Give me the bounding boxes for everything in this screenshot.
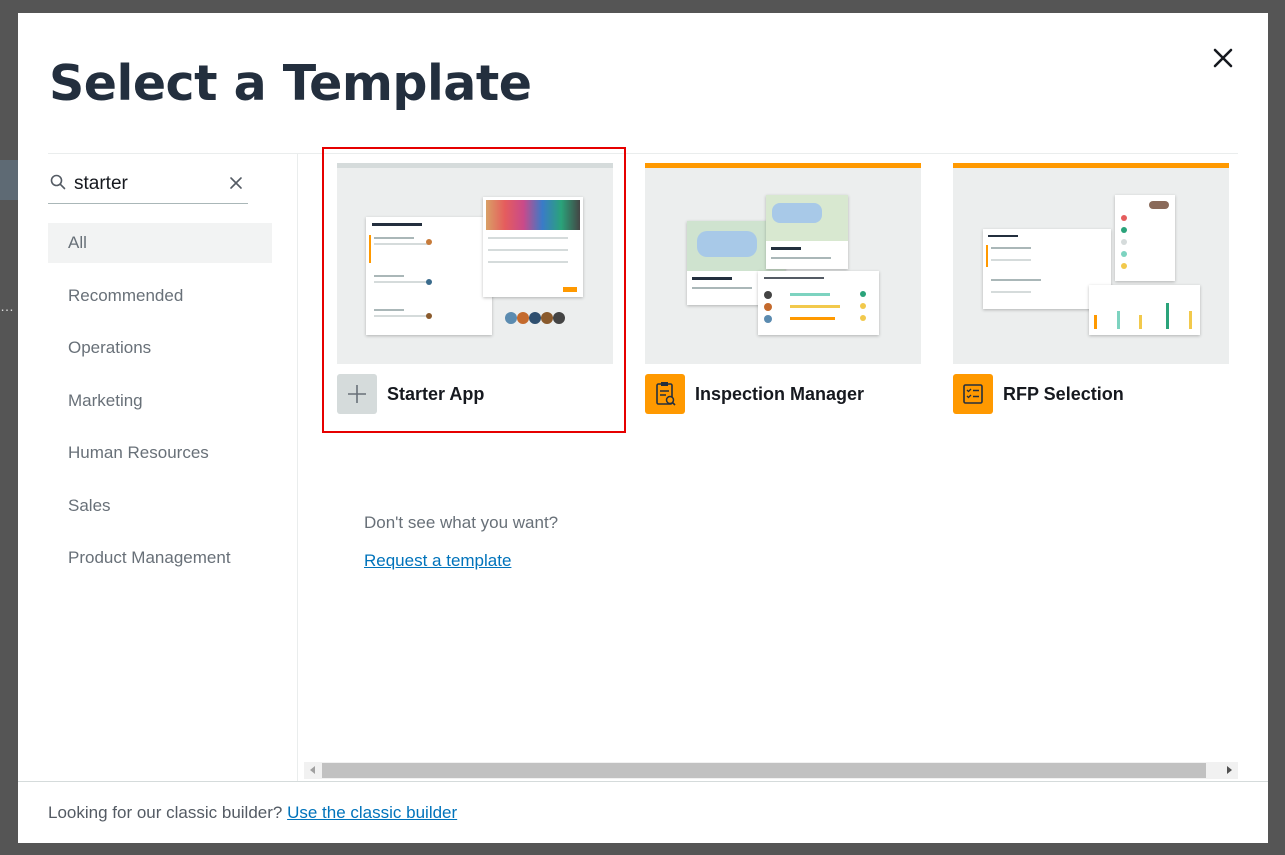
close-button[interactable] — [1208, 43, 1238, 73]
template-name: Inspection Manager — [695, 383, 865, 404]
sidebar-divider — [297, 154, 298, 781]
header-divider — [48, 153, 1238, 154]
classic-builder-link[interactable]: Use the classic builder — [287, 803, 457, 822]
clipboard-search-icon — [645, 374, 685, 414]
request-template-link[interactable]: Request a template — [364, 551, 511, 571]
close-icon — [1213, 48, 1233, 68]
template-card-inspection-manager[interactable]: Inspection Manager — [645, 163, 921, 414]
template-card-rfp-selection[interactable]: RFP Selection — [953, 163, 1229, 414]
category-product-management[interactable]: Product Management — [48, 538, 272, 578]
template-preview-image — [645, 163, 921, 364]
footer-text: Looking for our classic builder? Use the… — [48, 803, 457, 823]
template-name: RFP Selection — [1003, 383, 1124, 404]
card-accent-bar — [645, 163, 921, 168]
footer-message: Looking for our classic builder? — [48, 803, 283, 822]
scrollbar-thumb[interactable] — [322, 763, 1206, 778]
search-field — [48, 170, 248, 204]
category-list: All Recommended Operations Marketing Hum… — [48, 223, 272, 591]
background-ellipsis: … — [0, 298, 14, 314]
search-icon — [50, 174, 66, 190]
horizontal-scrollbar[interactable] — [304, 762, 1238, 779]
checklist-icon — [953, 374, 993, 414]
template-modal: Select a Template All Recommended Operat… — [18, 13, 1268, 843]
category-marketing[interactable]: Marketing — [48, 381, 272, 421]
card-accent-bar — [953, 163, 1229, 168]
category-operations[interactable]: Operations — [48, 328, 272, 368]
modal-footer: Looking for our classic builder? Use the… — [18, 781, 1268, 843]
search-input[interactable] — [74, 172, 224, 196]
category-all[interactable]: All — [48, 223, 272, 263]
category-human-resources[interactable]: Human Resources — [48, 433, 272, 473]
template-preview-image — [953, 163, 1229, 364]
selection-outline — [322, 147, 626, 433]
background-app-sidebar — [0, 160, 18, 200]
scroll-left-arrow-icon[interactable] — [310, 766, 315, 774]
clear-search-icon[interactable] — [228, 175, 244, 191]
help-text: Don't see what you want? — [364, 513, 559, 532]
scroll-right-arrow-icon[interactable] — [1227, 766, 1232, 774]
category-recommended[interactable]: Recommended — [48, 276, 272, 316]
category-sales[interactable]: Sales — [48, 486, 272, 526]
modal-title: Select a Template — [49, 55, 532, 112]
